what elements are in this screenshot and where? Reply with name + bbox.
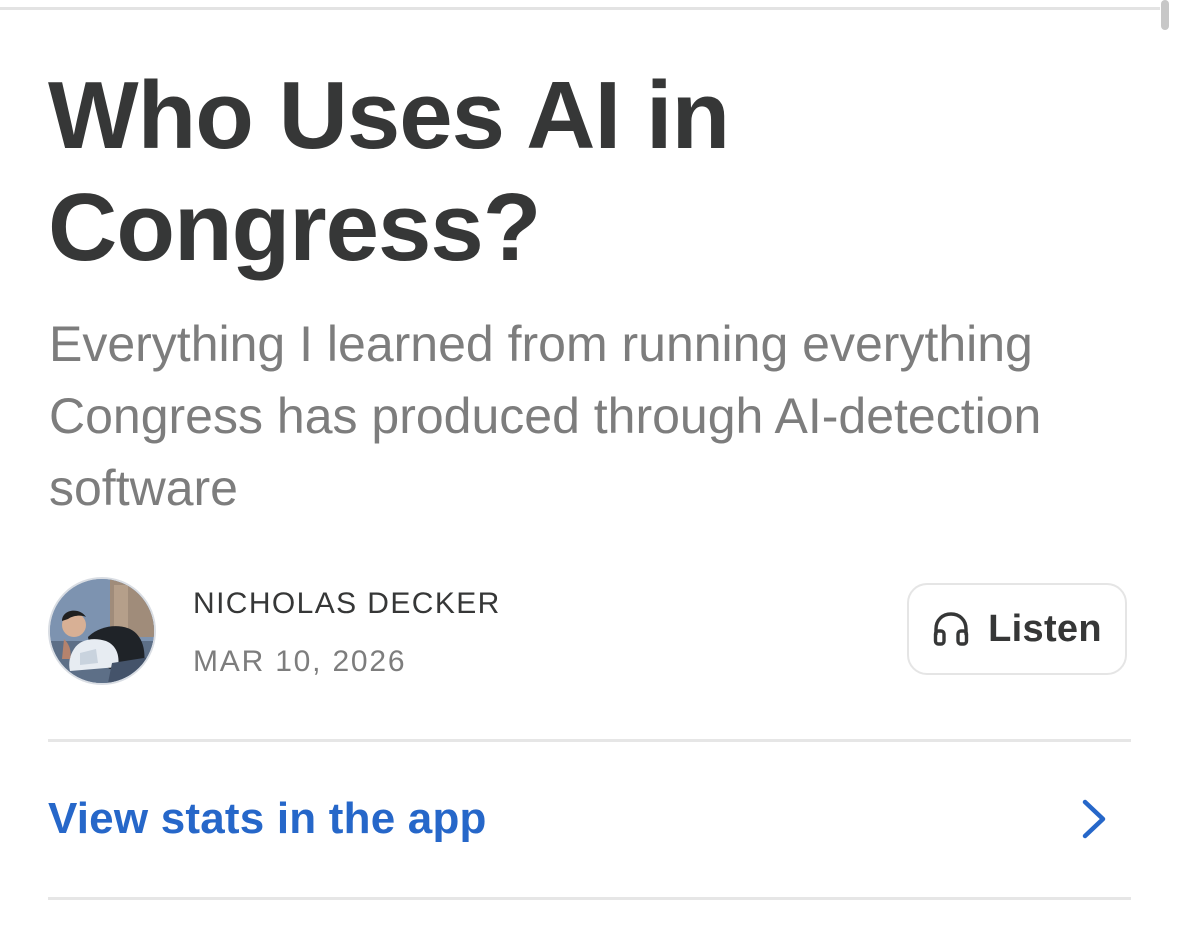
view-stats-link[interactable]: View stats in the app	[48, 770, 1131, 868]
article-title: Who Uses AI in Congress?	[48, 62, 730, 281]
publish-date: MAR 10, 2026	[193, 645, 407, 678]
listen-button[interactable]: Listen	[907, 583, 1127, 675]
headphones-icon	[933, 612, 969, 646]
listen-button-label: Listen	[988, 607, 1102, 650]
view-stats-label: View stats in the app	[48, 794, 487, 843]
author-photo	[50, 579, 154, 683]
byline: NICHOLAS DECKER MAR 10, 2026 Listen	[48, 576, 1131, 686]
section-divider	[48, 739, 1131, 742]
author-avatar[interactable]	[48, 577, 156, 685]
author-name[interactable]: NICHOLAS DECKER	[193, 586, 501, 622]
chevron-right-icon	[1082, 799, 1106, 839]
article-header-screen: Who Uses AI in Congress? Everything I le…	[0, 0, 1179, 930]
section-divider	[48, 897, 1131, 900]
article-subtitle: Everything I learned from running everyt…	[49, 316, 1042, 516]
top-divider	[0, 7, 1160, 10]
scroll-indicator[interactable]	[1161, 0, 1169, 30]
